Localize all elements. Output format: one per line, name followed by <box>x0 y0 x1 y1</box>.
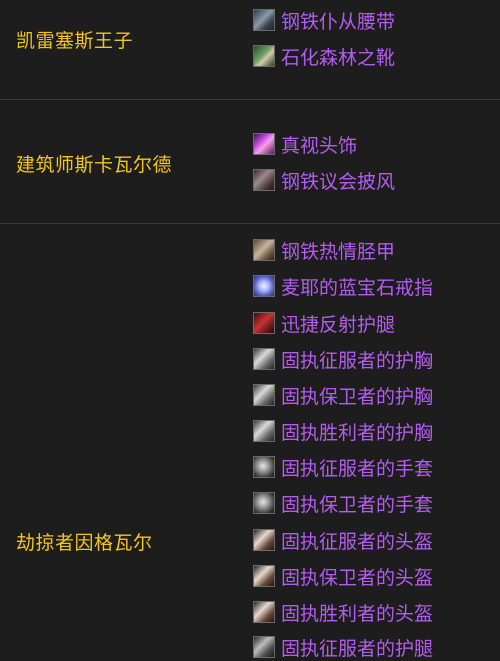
item-name: 固执征服者的护胸 <box>281 349 434 372</box>
tier-chest-icon <box>253 384 275 406</box>
loot-item-link[interactable]: 迅捷反射护腿 <box>253 310 395 336</box>
boss-name: 劫掠者因格瓦尔 <box>16 532 153 554</box>
item-name: 石化森林之靴 <box>281 46 396 69</box>
legs-armor-icon <box>253 312 275 334</box>
item-name: 固执保卫者的手套 <box>281 493 434 516</box>
item-name: 固执胜利者的护胸 <box>281 421 434 444</box>
item-name: 钢铁热情胫甲 <box>281 240 396 263</box>
tier-gloves-icon <box>253 492 275 514</box>
loot-table: 凯雷塞斯王子 钢铁仆从腰带 石化森林之靴 建筑师斯卡瓦尔德 真视头饰 钢铁议会披… <box>0 0 500 661</box>
loot-item-link[interactable]: 钢铁议会披风 <box>253 167 395 193</box>
item-name: 固执征服者的手套 <box>281 457 434 480</box>
tier-chest-icon <box>253 348 275 370</box>
loot-item-link[interactable]: 固执征服者的护胸 <box>253 346 433 372</box>
loot-item-link[interactable]: 固执保卫者的护胸 <box>253 382 433 408</box>
loot-item-link[interactable]: 钢铁热情胫甲 <box>253 237 395 263</box>
loot-item-link[interactable]: 固执胜利者的头盔 <box>253 599 433 625</box>
item-name: 固执胜利者的头盔 <box>281 602 434 625</box>
tier-helm-icon <box>253 601 275 623</box>
item-name: 固执保卫者的头盔 <box>281 566 434 589</box>
item-name: 真视头饰 <box>281 134 358 157</box>
loot-item-link[interactable]: 麦耶的蓝宝石戒指 <box>253 273 433 299</box>
boss-name: 建筑师斯卡瓦尔德 <box>16 154 173 176</box>
item-name: 钢铁仆从腰带 <box>281 10 396 33</box>
loot-item-link[interactable]: 固执征服者的手套 <box>253 454 433 480</box>
belt-icon <box>253 9 275 31</box>
item-name: 固执保卫者的护胸 <box>281 385 434 408</box>
loot-item-link[interactable]: 固执保卫者的手套 <box>253 490 433 516</box>
helm-icon <box>253 133 275 155</box>
item-name: 钢铁议会披风 <box>281 170 396 193</box>
item-name: 固执征服者的护腿 <box>281 637 434 660</box>
loot-item-link[interactable]: 真视头饰 <box>253 131 357 157</box>
loot-item-link[interactable]: 钢铁仆从腰带 <box>253 7 395 33</box>
tier-helm-icon <box>253 529 275 551</box>
boss-row: 建筑师斯卡瓦尔德 真视头饰 钢铁议会披风 <box>0 100 500 224</box>
boss-row: 劫掠者因格瓦尔 钢铁热情胫甲 麦耶的蓝宝石戒指 迅捷反射护腿 固执征服者的护胸 … <box>0 224 500 661</box>
loot-item-link[interactable]: 石化森林之靴 <box>253 43 395 69</box>
tier-gloves-icon <box>253 456 275 478</box>
tier-helm-icon <box>253 565 275 587</box>
cloak-icon <box>253 169 275 191</box>
item-name: 麦耶的蓝宝石戒指 <box>281 276 434 299</box>
loot-item-link[interactable]: 固执征服者的护腿 <box>253 634 433 660</box>
item-name: 固执征服者的头盔 <box>281 530 434 553</box>
chest-armor-icon <box>253 239 275 261</box>
boots-icon <box>253 45 275 67</box>
boss-row: 凯雷塞斯王子 钢铁仆从腰带 石化森林之靴 <box>0 0 500 100</box>
boss-name: 凯雷塞斯王子 <box>16 30 134 52</box>
tier-chest-icon <box>253 420 275 442</box>
loot-item-link[interactable]: 固执征服者的头盔 <box>253 527 433 553</box>
item-name: 迅捷反射护腿 <box>281 313 396 336</box>
loot-item-link[interactable]: 固执胜利者的护胸 <box>253 418 433 444</box>
loot-item-link[interactable]: 固执保卫者的头盔 <box>253 563 433 589</box>
ring-icon <box>253 275 275 297</box>
tier-legs-icon <box>253 636 275 658</box>
